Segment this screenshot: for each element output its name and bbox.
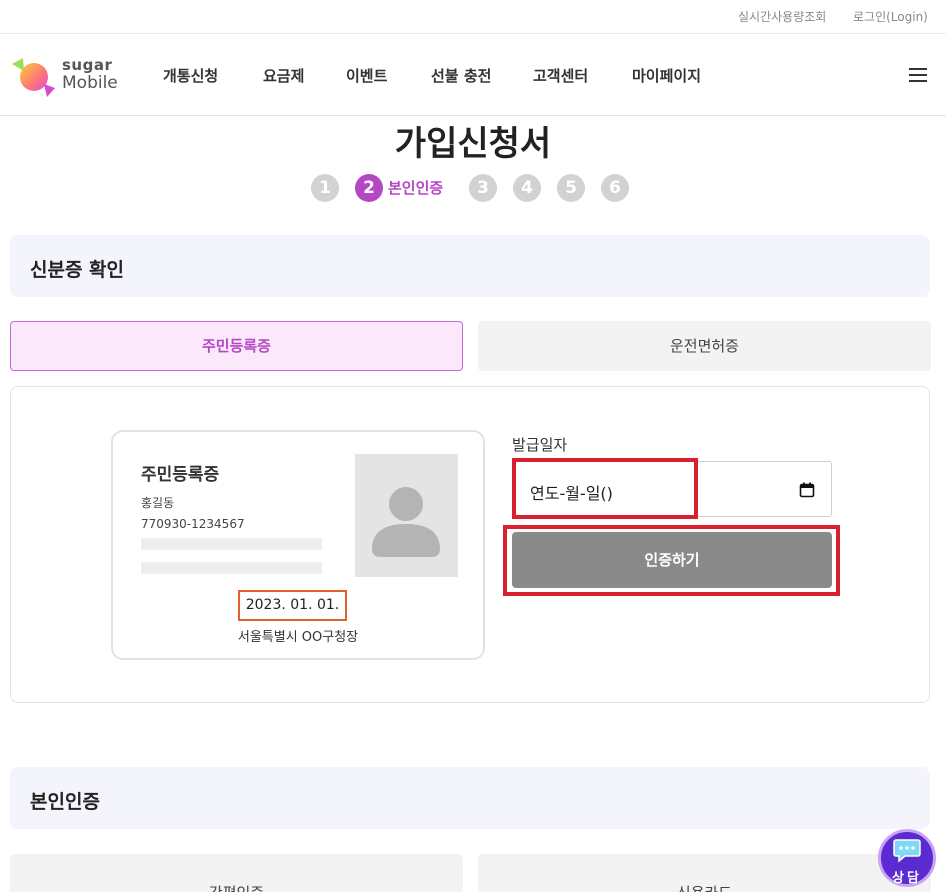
card-registration-number: 770930-1234567	[141, 517, 245, 531]
auth-section-header: 본인인증	[10, 767, 930, 829]
step-4: 4	[513, 174, 541, 202]
step-3: 3	[469, 174, 497, 202]
nav-item-plans[interactable]: 요금제	[263, 65, 304, 86]
card-title: 주민등록증	[141, 465, 220, 485]
page-title: 가입신청서	[394, 124, 552, 164]
date-input-highlight-box	[512, 458, 698, 519]
logo-wordmark: sugar Mobile	[62, 58, 118, 92]
chat-consult-button[interactable]: 상담	[878, 829, 936, 887]
realtime-usage-link[interactable]: 실시간사용량조회	[738, 8, 826, 25]
calendar-icon[interactable]	[799, 482, 815, 498]
card-placeholder-line	[141, 538, 322, 550]
chat-bubble-icon	[893, 839, 921, 863]
logo-line-2: Mobile	[62, 73, 118, 93]
logo-line-1: sugar	[62, 56, 113, 74]
hamburger-menu-icon[interactable]	[909, 68, 927, 82]
id-check-section-header: 신분증 확인	[10, 235, 930, 297]
candy-logo-icon	[12, 58, 55, 97]
tab-driver-license[interactable]: 운전면허증	[478, 321, 931, 371]
active-step-label: 본인인증	[388, 179, 444, 197]
step-2-active: 2	[355, 174, 383, 202]
nav-item-mypage[interactable]: 마이페이지	[632, 65, 701, 86]
simple-auth-option[interactable]: 간편인증	[10, 854, 463, 892]
chat-label: 상담	[892, 871, 922, 886]
utility-bar: 실시간사용량조회 로그인(Login)	[0, 0, 946, 34]
main-navigation: sugar Mobile 개통신청 요금제 이벤트 선불 충전 고객센터 마이페…	[0, 34, 946, 116]
issue-date-label: 발급일자	[512, 436, 568, 454]
step-6: 6	[601, 174, 629, 202]
nav-item-customer-center[interactable]: 고객센터	[533, 65, 588, 86]
card-issue-date: 2023. 01. 01.	[238, 590, 347, 621]
verify-button-highlight-box	[503, 525, 840, 596]
tab-resident-card[interactable]: 주민등록증	[10, 321, 463, 371]
nav-item-prepaid-charge[interactable]: 선불 충전	[431, 65, 491, 86]
login-link[interactable]: 로그인(Login)	[853, 8, 928, 25]
step-1: 1	[311, 174, 339, 202]
card-placeholder-line	[141, 562, 322, 574]
credit-card-auth-option[interactable]: 신용카드	[478, 854, 931, 892]
nav-item-events[interactable]: 이벤트	[346, 65, 387, 86]
card-photo-placeholder	[355, 454, 458, 577]
person-silhouette-icon	[372, 487, 440, 557]
step-5: 5	[557, 174, 585, 202]
card-issuer: 서울특별시 OO구청장	[237, 630, 359, 645]
nav-item-activation[interactable]: 개통신청	[163, 65, 218, 86]
id-card-illustration: 주민등록증 홍길동 770930-1234567 2023. 01. 01. 서…	[111, 430, 485, 660]
card-holder-name: 홍길동	[141, 496, 175, 510]
sugar-mobile-logo[interactable]: sugar Mobile	[10, 52, 130, 100]
